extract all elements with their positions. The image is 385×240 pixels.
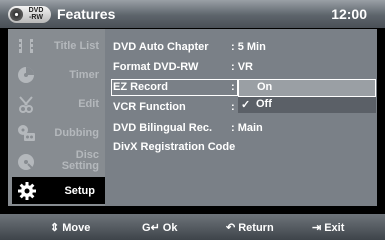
sidebar-item-edit[interactable]: Edit [8,89,105,118]
sidebar-item-label: Dubbing [54,127,99,139]
exit-hint: ⇥ Exit [312,221,344,234]
option-off[interactable]: ✓ Off [238,97,376,113]
title-list-icon [19,39,33,53]
disc-icon [10,8,23,21]
exit-label: Exit [324,222,345,234]
return-icon: ↶ [226,222,236,234]
disc-label-line2: Setting [61,160,99,172]
enter-icon: ↵ [150,222,160,234]
sidebar-item-timer[interactable]: Timer [8,60,105,89]
setting-label: DivX Registration Code [113,141,236,153]
clock: 12:00 [331,6,367,22]
move-label: Move [62,222,91,234]
timer-icon [18,67,34,83]
sidebar: Title List Timer Edit Dubbing Disc Setti… [8,29,105,206]
setting-label: Format DVD-RW [113,61,199,73]
sidebar-item-label: Timer [69,69,99,81]
exit-icon: ⇥ [312,222,322,234]
setting-label: VCR Function [113,101,186,113]
title-bar: DVD -RW Features 12:00 [0,0,385,28]
setting-label: DVD Bilingual Rec. [113,122,213,134]
badge-top: DVD [28,7,44,14]
setting-value: : 5 Min [231,41,266,53]
edit-icon [19,96,33,113]
features-screen: DVD -RW Features 12:00 Title List Timer [0,0,385,240]
setting-value: : VR [231,61,253,73]
sidebar-item-label: Edit [78,98,99,110]
setting-dvd-bilingual-rec[interactable]: DVD Bilingual Rec. : Main [113,122,263,134]
checkmark-icon: ✓ [241,99,251,111]
dubbing-icon [18,125,35,141]
sidebar-item-title-list[interactable]: Title List [8,31,105,60]
setting-format-dvd-rw[interactable]: Format DVD-RW : VR [113,61,253,73]
return-hint: ↶ Return [226,221,274,234]
option-on[interactable]: On [238,79,376,97]
gear-icon [18,182,36,200]
sidebar-item-setup[interactable]: Setup [12,177,105,204]
ok-hint: G↵ Ok [142,221,177,234]
return-label: Return [238,222,274,234]
setting-label: DVD Auto Chapter [113,41,209,53]
disc-setting-icon [18,154,35,171]
badge-text: DVD -RW [25,7,47,21]
setting-value: : Main [231,122,263,134]
sidebar-item-disc-setting[interactable]: Disc Setting [8,147,105,176]
sidebar-item-label: Disc Setting [62,150,99,172]
option-label: Off [256,98,272,110]
up-down-arrow-icon: ⇕ [50,222,60,234]
enter-icon-prefix: G [142,222,151,234]
ez-record-options: On ✓ Off [238,79,376,114]
ok-label: Ok [162,222,178,234]
selected-row-outline [111,79,238,96]
sidebar-item-dubbing[interactable]: Dubbing [8,118,105,147]
dvd-rw-badge: DVD -RW [8,6,51,23]
setting-divx-registration-code[interactable]: DivX Registration Code [113,141,235,153]
badge-bottom: -RW [29,14,43,21]
option-label: On [257,81,273,93]
sidebar-item-label: Setup [64,185,95,197]
setting-dvd-auto-chapter[interactable]: DVD Auto Chapter : 5 Min [113,41,266,53]
move-hint: ⇕ Move [50,221,90,234]
setting-value: : [231,101,235,113]
page-title: Features [57,6,116,22]
button-guide-bar: ⇕ Move G↵ Ok ↶ Return ⇥ Exit [0,214,385,240]
sidebar-item-label: Title List [53,40,99,52]
setting-vcr-function[interactable]: VCR Function : [113,101,235,113]
